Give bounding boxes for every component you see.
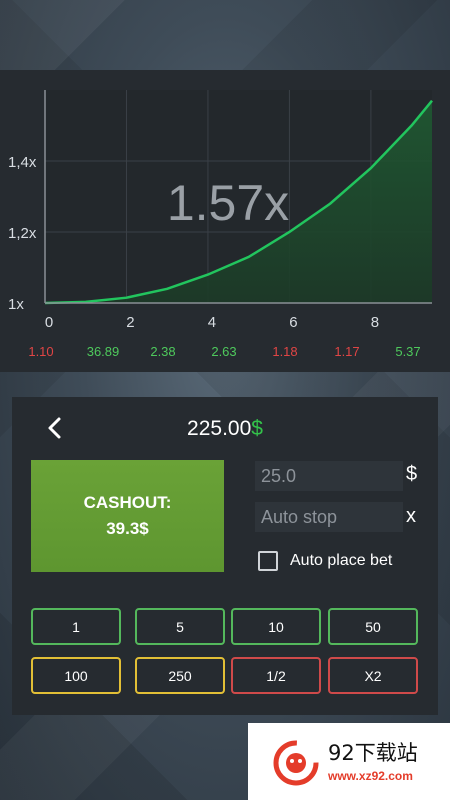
history-item: 2.63	[211, 344, 237, 359]
watermark-title: 92下载站	[328, 741, 418, 765]
chip-100[interactable]: 100	[31, 657, 121, 694]
history-item: 1.17	[334, 344, 360, 359]
site-watermark: 92下载站 www.xz92.com	[248, 723, 450, 800]
auto-stop-input[interactable]	[255, 502, 403, 532]
balance-amount: 225.00	[187, 417, 252, 440]
x-tick-label: 4	[208, 314, 216, 331]
chip-250[interactable]: 250	[135, 657, 225, 694]
current-multiplier: 1.57x	[167, 175, 289, 231]
half-bet-button[interactable]: 1/2	[231, 657, 321, 694]
history-item: 2.38	[150, 344, 176, 359]
cashout-label: CASHOUT:	[83, 493, 172, 512]
y-tick-label: 1,2x	[8, 225, 37, 242]
chip-50[interactable]: 50	[328, 608, 418, 645]
x-tick-label: 0	[45, 314, 53, 331]
balance-display: 225.00$	[12, 417, 438, 441]
auto-place-label[interactable]: Auto place bet	[290, 552, 392, 570]
history-item: 1.18	[272, 344, 298, 359]
bet-currency-suffix: $	[406, 463, 418, 485]
bet-panel: 225.00$ CASHOUT: 39.3$ $ x Auto place be…	[12, 397, 438, 715]
y-tick-label: 1,4x	[8, 154, 37, 171]
x-tick-label: 8	[371, 314, 379, 331]
chip-10[interactable]: 10	[231, 608, 321, 645]
history-item: 1.10	[28, 344, 54, 359]
auto-stop-suffix: x	[406, 505, 416, 527]
x-tick-label: 6	[289, 314, 297, 331]
history-item: 36.89	[86, 344, 120, 359]
cashout-button[interactable]: CASHOUT: 39.3$	[31, 460, 224, 572]
balance-currency: $	[251, 417, 263, 440]
cashout-amount: 39.3$	[106, 519, 149, 538]
site-logo-icon	[273, 740, 319, 786]
watermark-url: www.xz92.com	[328, 769, 413, 783]
history-item: 5.37	[395, 344, 421, 359]
chip-1[interactable]: 1	[31, 608, 121, 645]
chart-panel: 1x 1,2x 1,4x 0 2 4 6 8 1.57x 1.10 36.89 2.38 2.…	[0, 70, 450, 372]
y-tick-label: 1x	[8, 296, 24, 313]
double-bet-button[interactable]: X2	[328, 657, 418, 694]
auto-place-checkbox[interactable]	[258, 551, 278, 571]
chip-5[interactable]: 5	[135, 608, 225, 645]
bet-amount-input[interactable]	[255, 461, 403, 491]
multiplier-chart: 1x 1,2x 1,4x 0 2 4 6 8 1.57x	[8, 90, 433, 331]
x-tick-label: 2	[126, 314, 134, 331]
history-row: 1.10 36.89 2.38 2.63 1.18 1.17 5.37	[0, 344, 450, 364]
